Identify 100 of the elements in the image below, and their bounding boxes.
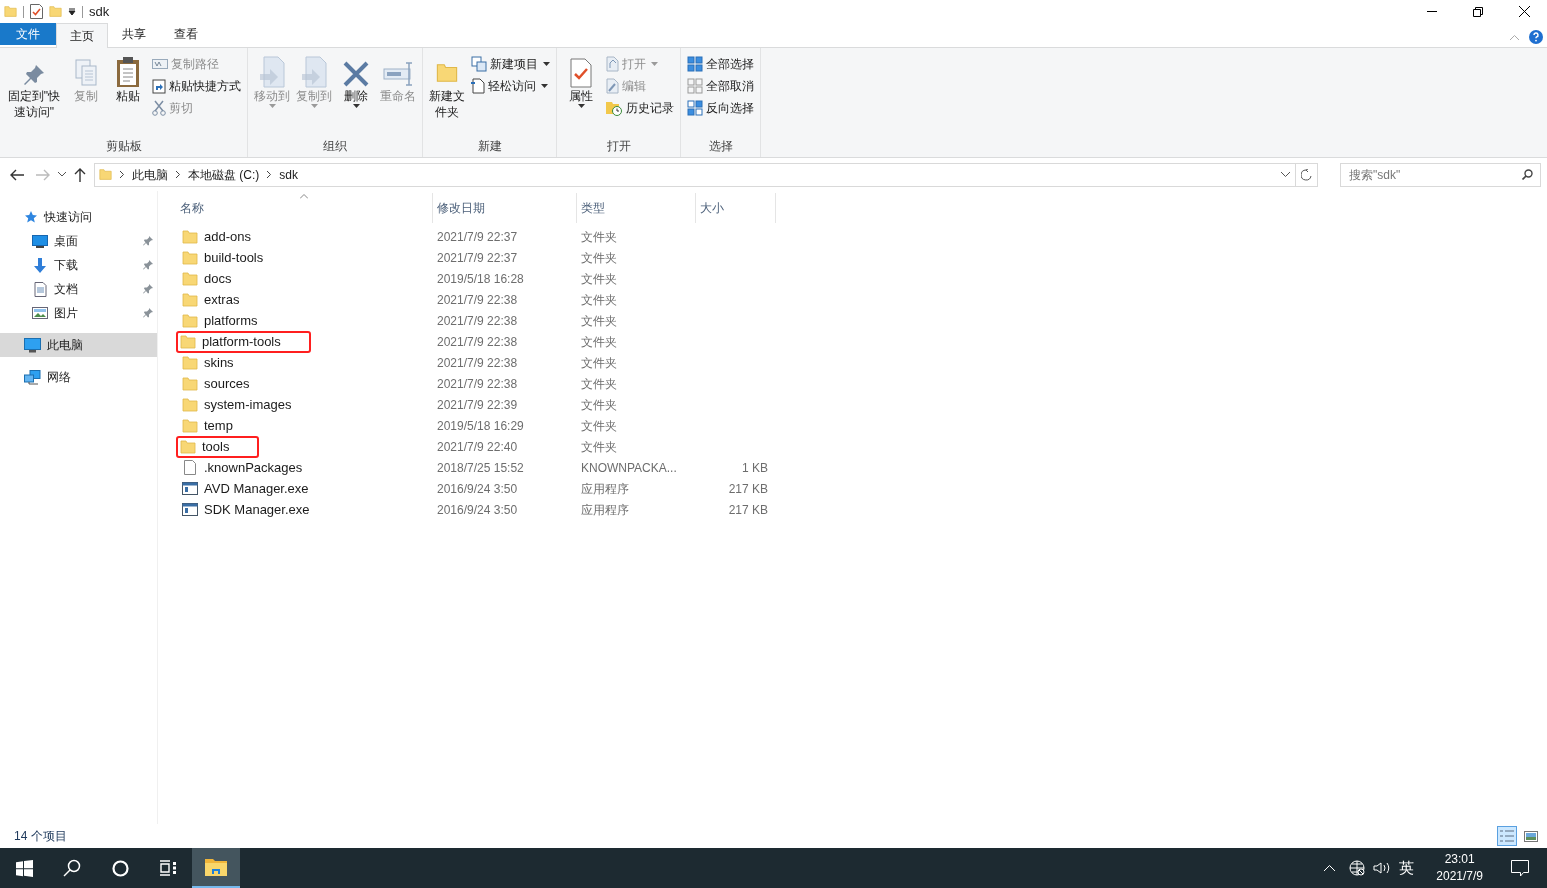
breadcrumb-item[interactable]: 此电脑 (132, 165, 168, 184)
dropdown-icon[interactable] (68, 7, 76, 16)
file-name[interactable]: .knownPackages (180, 456, 311, 479)
type-cell-text: 文件夹 (580, 354, 618, 372)
grid-icon (687, 99, 703, 116)
nav-item[interactable]: 文档 (0, 277, 157, 301)
type-cell-text: 文件夹 (580, 417, 618, 435)
file-name[interactable]: extras (180, 288, 248, 311)
date-cell-text: 2018/7/25 15:52 (436, 459, 525, 477)
column-header[interactable]: 大小 (696, 193, 776, 223)
nav-item[interactable]: 下载 (0, 253, 157, 277)
date-cell-text: 2021/7/9 22:39 (436, 396, 519, 414)
caret-icon (310, 104, 318, 108)
date-cell-text: 2016/9/24 3:50 (436, 480, 519, 498)
type-cell-text: KNOWNPACKA... (580, 459, 678, 477)
type-cell-text: 文件夹 (580, 291, 618, 309)
checklist-icon[interactable] (30, 4, 43, 19)
date-cell-text: 2019/5/18 16:28 (436, 270, 525, 288)
circle-icon (111, 859, 129, 877)
ribbon-button[interactable]: 轻松访问 (471, 76, 550, 95)
caret-icon (268, 104, 276, 108)
folder-icon (182, 250, 198, 265)
file-name[interactable]: SDK Manager.exe (180, 498, 318, 521)
size-cell-text: 1 KB (742, 459, 768, 477)
input-method[interactable]: 英 (1399, 856, 1415, 880)
folder-icon (182, 418, 198, 433)
file-name[interactable]: docs (180, 267, 240, 290)
file-name[interactable]: sources (180, 372, 258, 395)
file-name[interactable]: build-tools (180, 246, 272, 269)
file-name[interactable]: AVD Manager.exe (180, 477, 317, 500)
file-tab[interactable]: 文件 (0, 23, 56, 45)
folder-icon (180, 334, 196, 349)
nav-item[interactable]: 图片 (0, 301, 157, 325)
message-icon[interactable] (1511, 859, 1529, 877)
pin-icon (143, 260, 153, 270)
type-cell-text: 文件夹 (580, 438, 618, 456)
column-header[interactable]: 类型 (577, 193, 696, 223)
file-name[interactable]: add-ons (180, 225, 259, 248)
ribbon-tab[interactable]: 查看 (160, 22, 212, 46)
address-bar[interactable]: 此电脑 本地磁盘 (C:) sdk (94, 162, 1318, 187)
help-icon[interactable] (1529, 30, 1543, 44)
open-icon (605, 55, 619, 72)
clock[interactable]: 23:01 2021/7/9 (1436, 851, 1483, 885)
file-name[interactable]: platform-tools (176, 330, 311, 353)
ribbon-button[interactable]: 粘贴快捷方式 (152, 76, 241, 95)
page-icon (471, 77, 485, 94)
monitor-icon (32, 234, 48, 248)
file-name[interactable]: temp (180, 414, 241, 437)
breadcrumb-item[interactable]: 本地磁盘 (C:) (188, 165, 260, 184)
ribbon-button[interactable]: 固定到"快速访问" (4, 52, 64, 137)
date-cell-text: 2019/5/18 16:29 (436, 417, 525, 435)
file-name[interactable]: skins (180, 351, 242, 374)
search-field[interactable]: 搜索"sdk" (1340, 162, 1541, 187)
ribbon-button[interactable]: 删除 (336, 52, 376, 137)
column-header[interactable]: 名称 (176, 193, 433, 223)
pin-icon (143, 284, 153, 294)
ribbon-button[interactable]: 全部取消 (687, 76, 754, 95)
size-cell-text: 217 KB (728, 480, 768, 498)
list-icon (1500, 830, 1514, 842)
copy-icon (73, 58, 99, 88)
search-icon (63, 859, 81, 877)
nav-item[interactable]: 桌面 (0, 229, 157, 253)
file-name[interactable]: tools (176, 435, 260, 458)
ribbon-button[interactable]: 粘贴 (108, 52, 148, 137)
back-icon[interactable] (10, 168, 24, 181)
folder-icon (182, 397, 198, 412)
globe-icon[interactable] (1349, 860, 1366, 876)
grid-icon (687, 77, 703, 94)
ribbon-button[interactable]: 历史记录 (605, 98, 674, 117)
ribbon-button[interactable]: 全部选择 (687, 54, 754, 73)
file-name[interactable]: system-images (180, 393, 300, 416)
ribbon-button[interactable]: 新建项目 (471, 54, 550, 73)
ribbon-tab[interactable]: 主页 (56, 23, 108, 48)
restore-icon (1473, 6, 1483, 17)
file-name[interactable]: platforms (180, 309, 266, 332)
ribbon-button[interactable]: 反向选择 (687, 98, 754, 117)
breadcrumb-item[interactable]: sdk (279, 165, 298, 184)
caret-icon (577, 104, 585, 108)
window-icon (182, 503, 198, 516)
group-label: 选择 (707, 138, 734, 155)
chevron-down-icon[interactable] (58, 172, 66, 177)
speaker-icon[interactable] (1373, 861, 1392, 875)
chevron-right-icon (176, 171, 180, 178)
ribbon-tab[interactable]: 共享 (108, 22, 160, 46)
column-header[interactable]: 修改日期 (433, 193, 577, 223)
ribbon-button[interactable]: 新建文件夹 (427, 52, 467, 137)
type-cell-text: 应用程序 (580, 480, 630, 498)
copy-icon (300, 56, 328, 88)
close-icon (1518, 6, 1530, 17)
refresh-icon (1301, 168, 1312, 181)
chevron-down-icon[interactable] (1281, 172, 1290, 177)
nav-item[interactable]: 网络 (0, 365, 157, 389)
nav-item[interactable]: 此电脑 (0, 333, 157, 357)
date-cell-text: 2021/7/9 22:38 (436, 312, 519, 330)
image-icon (32, 307, 48, 319)
up-icon[interactable] (74, 167, 86, 182)
ribbon-button[interactable]: 属性 (561, 52, 601, 137)
chevron-right-icon (120, 171, 124, 178)
scissors-icon (152, 99, 166, 116)
nav-item[interactable]: 快速访问 (0, 205, 157, 229)
